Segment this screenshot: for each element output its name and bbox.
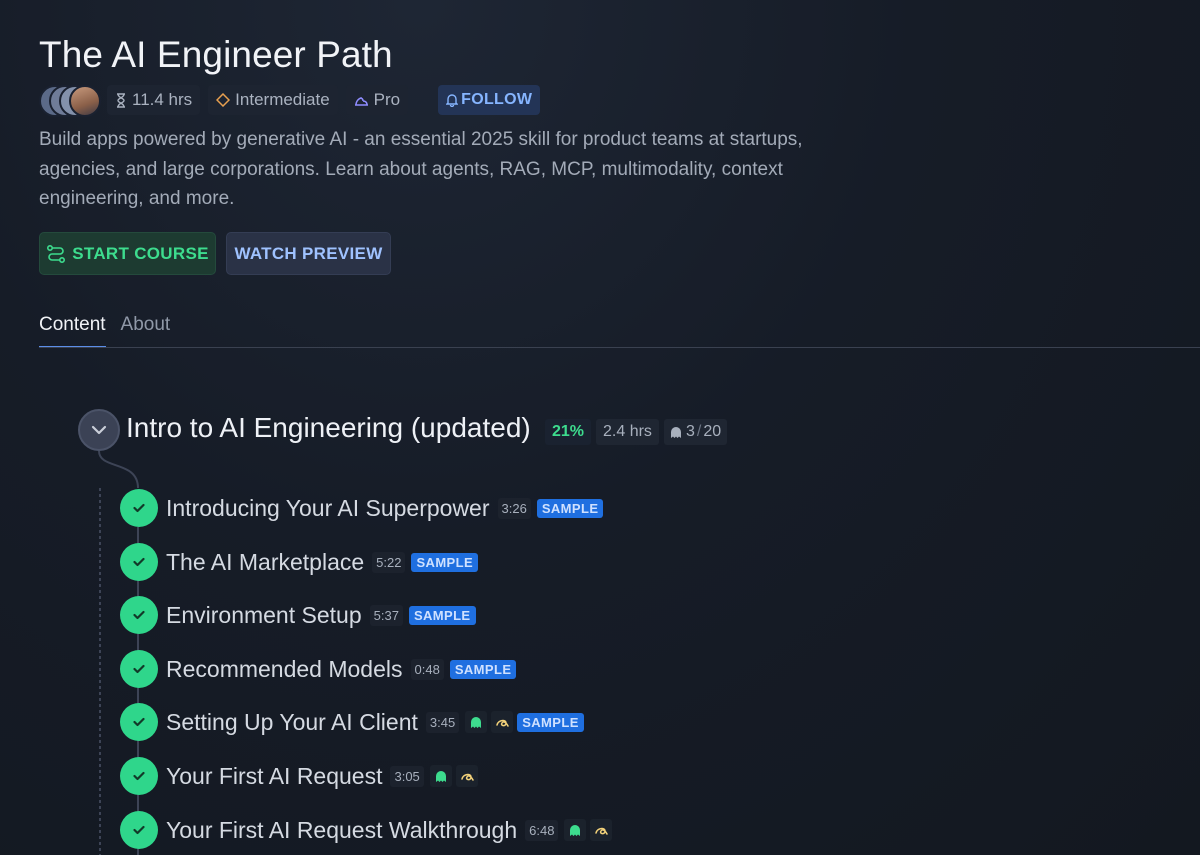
ghost-icon [670,426,682,439]
watch-preview-button[interactable]: WATCH PREVIEW [226,232,391,275]
lesson-status [120,596,158,634]
lesson-title: Recommended Models [166,655,403,682]
challenge-separator: / [696,423,702,440]
challenges-done: 3 [686,423,695,440]
lesson-duration: 0:48 [410,658,444,680]
lesson-status [120,489,158,527]
lesson-item[interactable]: Introducing Your AI Superpower 3:26 SAMP… [120,488,604,528]
sample-badge: SAMPLE [408,605,476,625]
section-title[interactable]: Intro to AI Engineering (updated) [126,412,531,444]
section-toggle-button[interactable] [78,409,120,451]
tabs-divider [39,347,1200,348]
sample-badge: SAMPLE [449,659,517,679]
scrim-icon [455,765,478,787]
tier-label: Pro [373,90,401,109]
check-icon [133,717,145,727]
lesson-item[interactable]: Setting Up Your AI Client 3:45 SAMPLE [120,702,584,742]
lesson-status [120,811,158,849]
lesson-duration: 5:22 [372,551,406,573]
lesson-item[interactable]: Your First AI Request 3:05 [120,756,482,796]
lesson-title: The AI Marketplace [166,548,365,575]
check-icon [133,771,145,781]
check-icon [133,664,145,674]
lesson-item[interactable]: Environment Setup 5:37 SAMPLE [120,595,476,635]
watch-preview-label: WATCH PREVIEW [234,243,383,263]
level-label: Intermediate [235,90,330,109]
lesson-title: Setting Up Your AI Client [166,708,418,735]
lesson-item[interactable]: Your First AI Request Walkthrough 6:48 [120,810,616,850]
chevron-down-icon [91,425,107,435]
challenges-total: 20 [703,423,722,440]
lesson-status [120,757,158,795]
lesson-status [120,703,158,741]
lesson-duration: 3:05 [390,765,424,787]
scrim-icon [491,711,514,733]
pro-badge-icon [354,94,369,107]
section-progress: 21% [545,419,592,445]
follow-label: FOLLOW [461,91,533,108]
check-icon [133,825,145,835]
sample-badge: SAMPLE [411,552,479,572]
tier-chip: Pro [345,85,409,115]
lesson-duration: 3:26 [497,497,531,519]
check-icon [133,610,145,620]
lesson-duration: 3:45 [425,711,460,733]
lesson-status [120,543,158,581]
sample-badge: SAMPLE [517,712,584,732]
ghost-icon [429,765,452,787]
lesson-title: Your First AI Request Walkthrough [166,816,518,843]
level-chip: Intermediate [208,85,338,115]
sample-badge: SAMPLE [536,498,604,518]
ghost-icon [465,711,488,733]
scrim-icon [590,819,613,841]
lesson-duration: 5:37 [369,604,403,626]
lesson-duration: 6:48 [525,819,559,841]
lesson-item[interactable]: Recommended Models 0:48 SAMPLE [120,649,517,689]
ghost-icon [564,819,587,841]
lesson-title: Environment Setup [166,601,362,628]
lesson-item[interactable]: The AI Marketplace 5:22 SAMPLE [120,542,479,582]
bell-icon [446,93,459,107]
section-challenge-count: 3 / 20 [664,419,728,445]
diamond-icon [216,93,231,107]
check-icon [133,503,145,513]
lesson-title: Your First AI Request [166,762,383,789]
course-page: The AI Engineer Path 11.4 hrs Intermedia… [0,0,1200,855]
lesson-title: Introducing Your AI Superpower [166,494,490,521]
follow-button[interactable]: FOLLOW [438,85,541,115]
lesson-status [120,650,158,688]
section-duration: 2.4 hrs [596,419,659,445]
check-icon [133,557,145,567]
